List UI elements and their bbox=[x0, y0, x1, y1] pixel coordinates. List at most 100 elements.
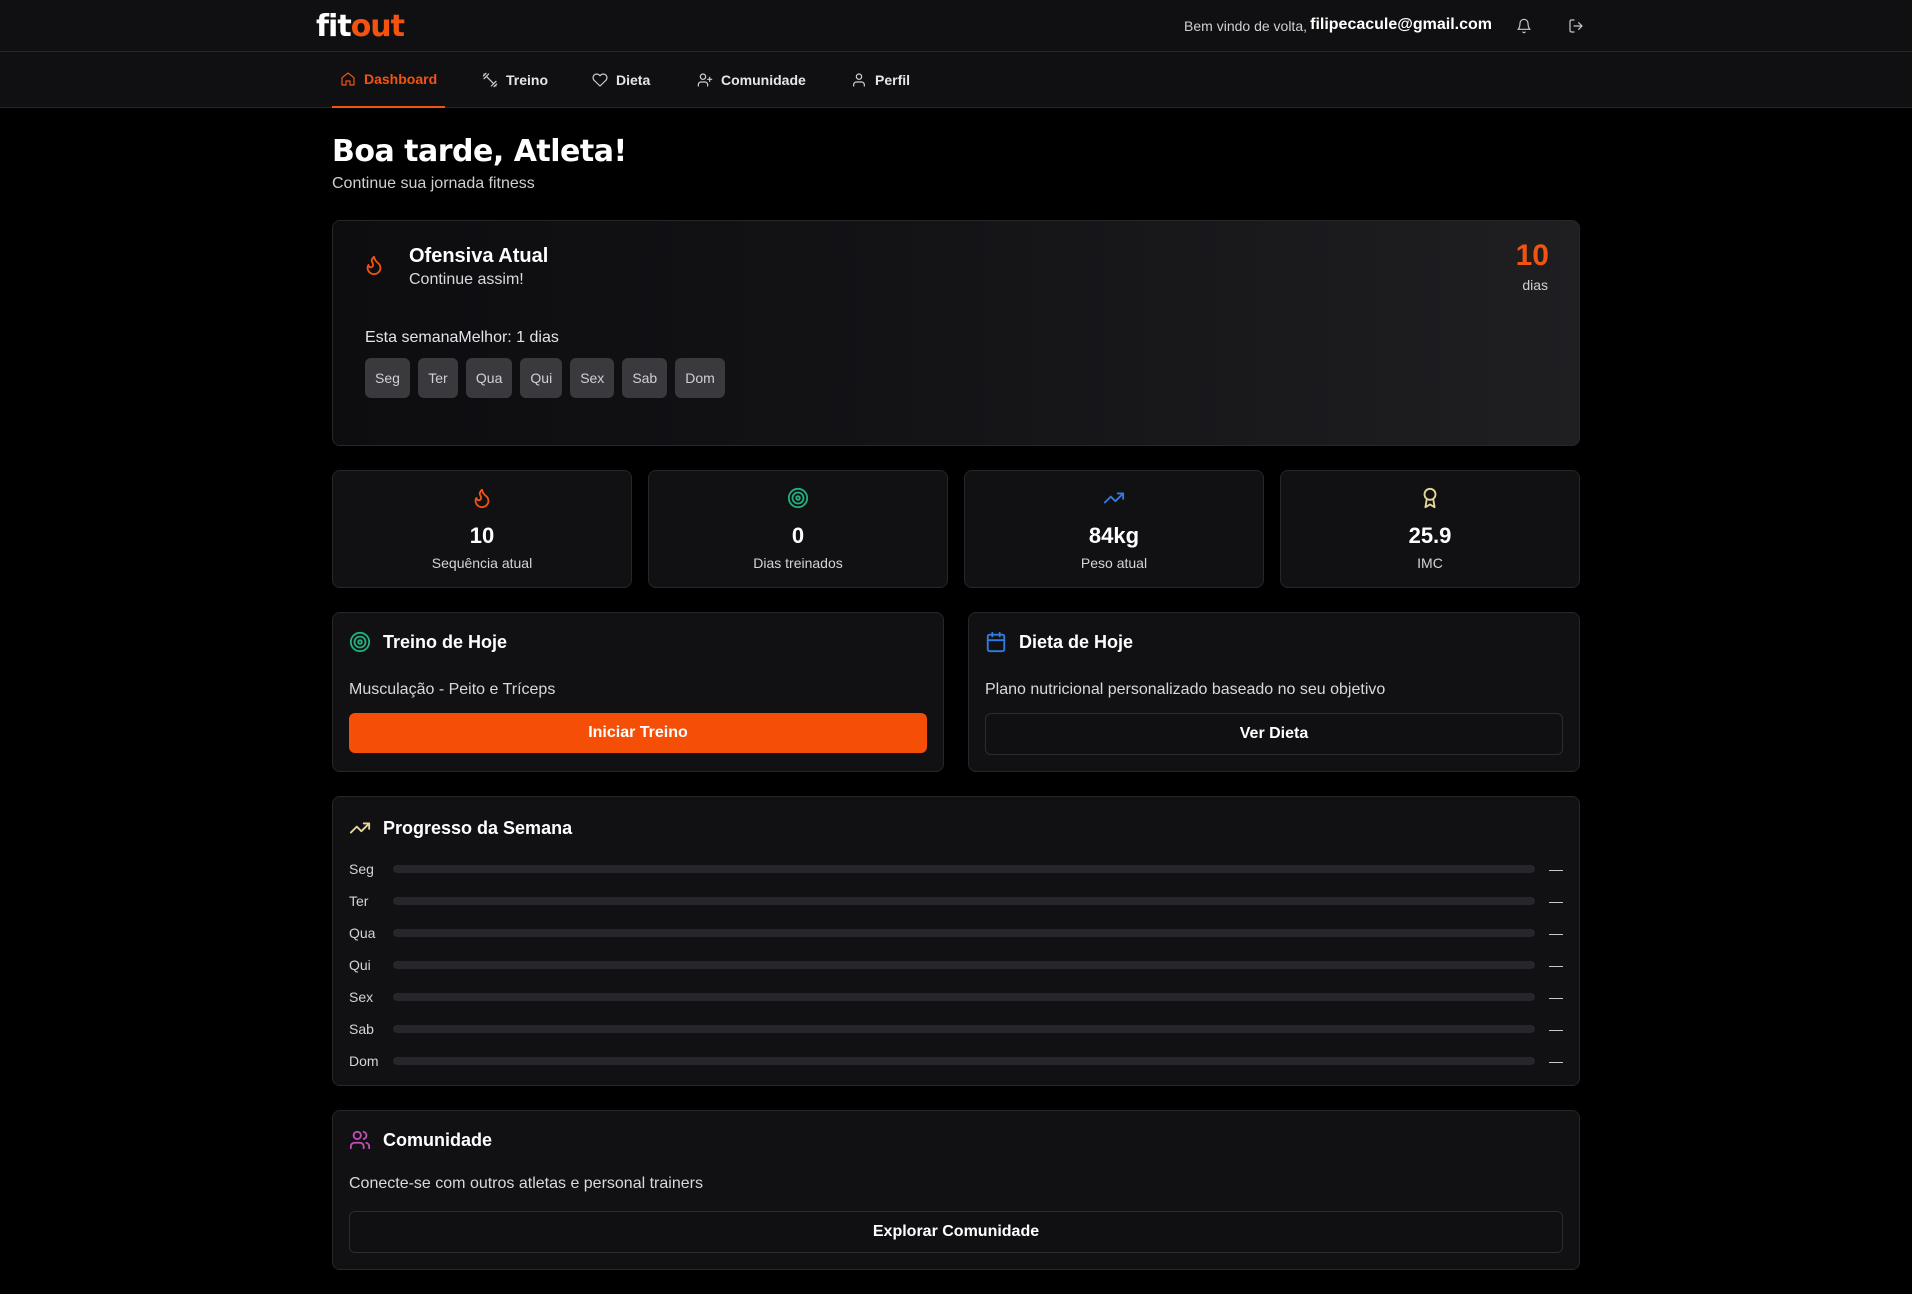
progress-value: — bbox=[1549, 925, 1563, 941]
progress-row: Qui — bbox=[349, 955, 1563, 975]
weekday-chip: Sab bbox=[622, 358, 668, 398]
progress-bar bbox=[393, 865, 1535, 873]
stat-card-days-trained: 0 Dias treinados bbox=[648, 470, 948, 588]
progress-row: Sab — bbox=[349, 1019, 1563, 1039]
tab-label: Perfil bbox=[875, 72, 911, 88]
stat-card-weight: 84kg Peso atual bbox=[964, 470, 1264, 588]
tab-perfil[interactable]: Perfil bbox=[843, 52, 918, 108]
streak-unit: dias bbox=[1522, 277, 1548, 293]
dashboard-main: Boa tarde, Atleta! Continue sua jornada … bbox=[332, 108, 1580, 1270]
streak-count: 10 bbox=[1515, 239, 1549, 272]
weekday-chip: Ter bbox=[417, 358, 458, 398]
community-description: Conecte-se com outros atletas e personal… bbox=[349, 1175, 703, 1192]
progress-day: Ter bbox=[349, 893, 369, 909]
progress-bar bbox=[393, 961, 1535, 969]
top-header: fitout Bem vindo de volta, filipecacule@… bbox=[0, 0, 1912, 52]
explore-community-button[interactable]: Explorar Comunidade bbox=[349, 1211, 1563, 1253]
progress-row: Qua — bbox=[349, 923, 1563, 943]
dumbbell-icon bbox=[482, 72, 498, 88]
start-workout-button[interactable]: Iniciar Treino bbox=[349, 713, 927, 753]
stat-value: 0 bbox=[791, 523, 805, 548]
trending-up-icon bbox=[965, 487, 1263, 509]
progress-title: Progresso da Semana bbox=[383, 817, 573, 838]
progress-bar bbox=[393, 929, 1535, 937]
progress-value: — bbox=[1549, 861, 1563, 877]
bell-icon[interactable] bbox=[1514, 16, 1534, 36]
view-diet-button[interactable]: Ver Dieta bbox=[985, 713, 1563, 755]
diet-title: Dieta de Hoje bbox=[1019, 631, 1134, 652]
progress-bar bbox=[393, 897, 1535, 905]
tab-label: Dieta bbox=[616, 72, 651, 88]
stat-label: Dias treinados bbox=[753, 555, 843, 571]
progress-bar bbox=[393, 1025, 1535, 1033]
user-plus-icon bbox=[697, 73, 713, 87]
stat-card-sequence: 10 Sequência atual bbox=[332, 470, 632, 588]
progress-day: Qui bbox=[349, 957, 371, 973]
progress-value: — bbox=[1549, 989, 1563, 1005]
stat-value: 25.9 bbox=[1408, 523, 1452, 548]
progress-day: Dom bbox=[349, 1053, 379, 1069]
user-email: filipecacule@gmail.com bbox=[1310, 16, 1492, 33]
trending-up-icon bbox=[349, 822, 371, 834]
calendar-icon bbox=[986, 631, 1006, 653]
progress-value: — bbox=[1549, 1021, 1563, 1037]
weekday-list: Seg Ter Qua Qui Sex Sab Dom bbox=[365, 358, 725, 398]
stat-label: Sequência atual bbox=[431, 555, 533, 571]
progress-value: — bbox=[1549, 957, 1563, 973]
weekday-chip: Seg bbox=[365, 358, 410, 398]
stat-label: IMC bbox=[1417, 555, 1443, 571]
award-icon bbox=[1281, 487, 1579, 509]
page-title: Boa tarde, Atleta! bbox=[332, 134, 627, 169]
weekday-chip: Qui bbox=[520, 358, 563, 398]
community-title: Comunidade bbox=[383, 1129, 493, 1150]
workout-description: Musculação - Peito e Tríceps bbox=[349, 681, 556, 698]
diet-card: Dieta de Hoje Plano nutricional personal… bbox=[968, 612, 1580, 772]
target-icon bbox=[649, 487, 947, 509]
flame-icon bbox=[363, 254, 385, 281]
page-subtitle: Continue sua jornada fitness bbox=[332, 175, 535, 192]
progress-bar bbox=[393, 993, 1535, 1001]
progress-day: Sab bbox=[349, 1021, 374, 1037]
progress-row: Dom — bbox=[349, 1051, 1563, 1071]
stat-label: Peso atual bbox=[1080, 555, 1148, 571]
workout-title: Treino de Hoje bbox=[383, 631, 508, 652]
weekday-chip: Qua bbox=[465, 358, 513, 398]
progress-day: Seg bbox=[349, 861, 374, 877]
tab-comunidade[interactable]: Comunidade bbox=[689, 52, 814, 108]
progress-value: — bbox=[1549, 1053, 1563, 1069]
stat-value: 10 bbox=[469, 523, 495, 548]
tab-treino[interactable]: Treino bbox=[474, 52, 556, 108]
tab-dashboard[interactable]: Dashboard bbox=[332, 52, 446, 108]
diet-description: Plano nutricional personalizado baseado … bbox=[985, 681, 1386, 698]
streak-subtitle: Continue assim! bbox=[409, 271, 524, 288]
main-nav: Dashboard Treino Dieta Comunidade Perfil bbox=[0, 52, 1912, 108]
stat-card-imc: 25.9 IMC bbox=[1280, 470, 1580, 588]
tab-label: Dashboard bbox=[364, 71, 438, 87]
heart-icon bbox=[592, 73, 608, 87]
progress-bar bbox=[393, 1057, 1535, 1065]
tab-label: Comunidade bbox=[721, 72, 806, 88]
progress-value: — bbox=[1549, 893, 1563, 909]
tab-dieta[interactable]: Dieta bbox=[584, 52, 658, 108]
progress-day: Sex bbox=[349, 989, 374, 1005]
week-label: Esta semanaMelhor: 1 dias bbox=[365, 329, 559, 346]
users-icon bbox=[349, 1130, 371, 1150]
streak-card: Ofensiva Atual Continue assim! 10 dias E… bbox=[332, 220, 1580, 446]
logout-icon[interactable] bbox=[1566, 16, 1586, 36]
fitout-logo[interactable]: fitout bbox=[316, 9, 405, 44]
target-icon bbox=[349, 631, 371, 653]
streak-title: Ofensiva Atual bbox=[409, 245, 549, 267]
stat-value: 84kg bbox=[1088, 523, 1140, 548]
flame-icon bbox=[333, 487, 631, 509]
community-card: Comunidade Conecte-se com outros atletas… bbox=[332, 1110, 1580, 1270]
weekday-chip: Dom bbox=[675, 358, 725, 398]
welcome-text: Bem vindo de volta, bbox=[1184, 18, 1307, 34]
progress-row: Sex — bbox=[349, 987, 1563, 1007]
progress-day: Qua bbox=[349, 925, 376, 941]
user-icon bbox=[853, 73, 865, 87]
weekday-chip: Sex bbox=[570, 358, 615, 398]
progress-row: Ter — bbox=[349, 891, 1563, 911]
workout-card: Treino de Hoje Musculação - Peito e Tríc… bbox=[332, 612, 944, 772]
progress-row: Seg — bbox=[349, 859, 1563, 879]
home-icon bbox=[341, 72, 355, 86]
